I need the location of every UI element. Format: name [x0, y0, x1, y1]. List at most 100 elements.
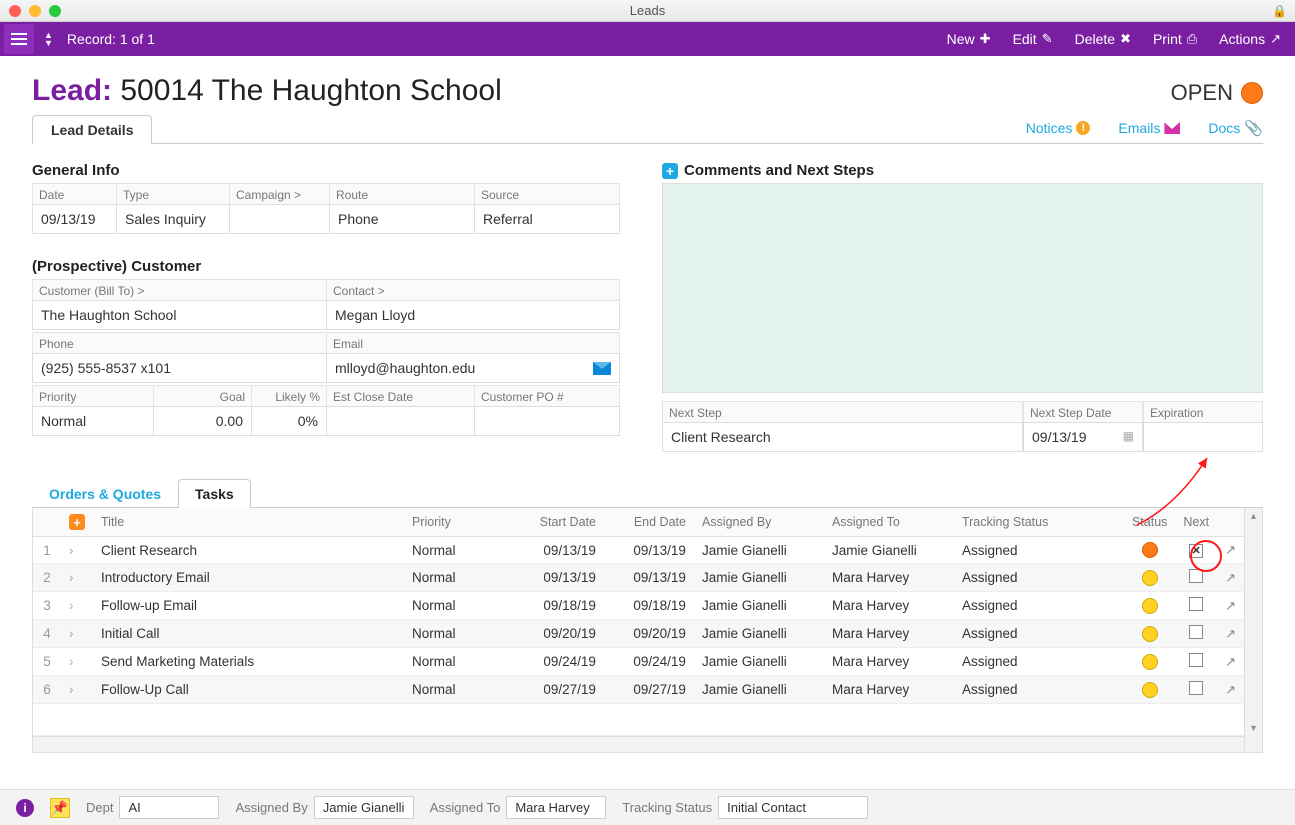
status-dot-icon: [1142, 598, 1158, 614]
task-tracking-status: Assigned: [954, 592, 1124, 620]
window-title: Leads: [0, 3, 1295, 18]
dept-field[interactable]: AI: [119, 796, 219, 819]
delete-button[interactable]: Delete✖: [1075, 31, 1131, 47]
expand-row-icon[interactable]: ›: [61, 676, 93, 704]
task-start-date: 09/13/19: [514, 564, 604, 592]
task-priority: Normal: [404, 648, 514, 676]
printer-icon: ⎙: [1187, 31, 1197, 47]
est-close-date-field[interactable]: [327, 406, 475, 436]
expand-row-icon[interactable]: ›: [61, 537, 93, 564]
row-number: 1: [33, 537, 61, 564]
expand-row-icon[interactable]: ›: [61, 564, 93, 592]
open-task-icon[interactable]: ↗: [1225, 654, 1236, 669]
add-comment-button[interactable]: +: [662, 163, 678, 179]
task-priority: Normal: [404, 564, 514, 592]
expiration-field[interactable]: [1143, 422, 1263, 452]
task-tracking-status: Assigned: [954, 620, 1124, 648]
comments-textarea[interactable]: [662, 183, 1263, 393]
email-field[interactable]: mlloyd@haughton.edu: [327, 353, 620, 383]
table-row[interactable]: 2›Introductory EmailNormal09/13/1909/13/…: [33, 564, 1244, 592]
task-tracking-status: Assigned: [954, 648, 1124, 676]
task-end-date: 09/13/19: [604, 537, 694, 564]
task-start-date: 09/20/19: [514, 620, 604, 648]
popout-icon: ↗: [1270, 31, 1281, 47]
table-scrollbar[interactable]: ▴ ▾: [1244, 508, 1262, 752]
table-row[interactable]: 5›Send Marketing MaterialsNormal09/24/19…: [33, 648, 1244, 676]
route-field[interactable]: Phone: [330, 204, 475, 234]
next-step-field[interactable]: Client Research: [662, 422, 1023, 452]
expand-row-icon[interactable]: ›: [61, 592, 93, 620]
expand-row-icon[interactable]: ›: [61, 648, 93, 676]
task-start-date: 09/24/19: [514, 648, 604, 676]
campaign-field[interactable]: [230, 204, 330, 234]
next-step-date-field[interactable]: 09/13/19▦: [1023, 422, 1143, 452]
tab-lead-details[interactable]: Lead Details: [32, 115, 152, 144]
info-button[interactable]: i: [16, 799, 34, 817]
notices-link[interactable]: Notices!: [1026, 119, 1091, 137]
pencil-icon: ✎: [1042, 31, 1053, 47]
footer-tracking-field[interactable]: Initial Contact: [718, 796, 868, 819]
customer-billto-field[interactable]: The Haughton School: [32, 300, 327, 330]
task-assigned-to: Mara Harvey: [824, 592, 954, 620]
scroll-down-icon: ▾: [1245, 723, 1262, 734]
pin-button[interactable]: 📌: [50, 798, 70, 818]
print-button[interactable]: Print⎙: [1153, 31, 1197, 47]
tab-tasks[interactable]: Tasks: [178, 479, 251, 508]
date-field[interactable]: 09/13/19: [32, 204, 117, 234]
open-task-icon[interactable]: ↗: [1225, 570, 1236, 585]
source-field[interactable]: Referral: [475, 204, 620, 234]
table-row[interactable]: 6›Follow-Up CallNormal09/27/1909/27/19Ja…: [33, 676, 1244, 704]
goal-field[interactable]: 0.00: [154, 406, 252, 436]
next-checkbox[interactable]: [1189, 569, 1203, 583]
emails-link[interactable]: Emails: [1118, 119, 1180, 137]
footer-assigned-by-field[interactable]: Jamie Gianelli: [314, 796, 414, 819]
open-task-icon[interactable]: ↗: [1225, 626, 1236, 641]
expand-row-icon[interactable]: ›: [61, 620, 93, 648]
next-checkbox[interactable]: [1189, 681, 1203, 695]
menu-button[interactable]: [4, 24, 34, 54]
new-button[interactable]: New✚: [947, 31, 991, 47]
calendar-icon[interactable]: ▦: [1123, 429, 1134, 443]
open-task-icon[interactable]: ↗: [1225, 682, 1236, 697]
task-title: Follow-Up Call: [93, 676, 404, 704]
docs-link[interactable]: Docs📎: [1208, 119, 1263, 137]
status-dot-icon: [1142, 626, 1158, 642]
open-task-icon[interactable]: ↗: [1225, 542, 1236, 557]
customer-po-field[interactable]: [475, 406, 620, 436]
main-toolbar: ▲▼ Record: 1 of 1 New✚ Edit✎ Delete✖ Pri…: [0, 22, 1295, 56]
phone-field[interactable]: (925) 555-8537 x101: [32, 353, 327, 383]
table-row[interactable]: 3›Follow-up EmailNormal09/18/1909/18/19J…: [33, 592, 1244, 620]
likely-field[interactable]: 0%: [252, 406, 327, 436]
edit-button[interactable]: Edit✎: [1013, 31, 1053, 47]
next-checkbox[interactable]: [1189, 653, 1203, 667]
task-title: Send Marketing Materials: [93, 648, 404, 676]
type-field[interactable]: Sales Inquiry: [117, 204, 230, 234]
lock-icon: 🔒: [1272, 4, 1287, 18]
task-assigned-to: Mara Harvey: [824, 676, 954, 704]
next-checkbox[interactable]: [1189, 544, 1203, 558]
task-assigned-by: Jamie Gianelli: [694, 537, 824, 564]
task-assigned-by: Jamie Gianelli: [694, 620, 824, 648]
task-title: Follow-up Email: [93, 592, 404, 620]
table-row[interactable]: 4›Initial CallNormal09/20/1909/20/19Jami…: [33, 620, 1244, 648]
footer-assigned-to-field[interactable]: Mara Harvey: [506, 796, 606, 819]
tab-orders-quotes[interactable]: Orders & Quotes: [32, 479, 178, 508]
window-titlebar: Leads 🔒: [0, 0, 1295, 22]
task-tracking-status: Assigned: [954, 564, 1124, 592]
actions-button[interactable]: Actions↗: [1219, 31, 1281, 47]
status-dot-icon: [1142, 654, 1158, 670]
record-nav-arrows[interactable]: ▲▼: [38, 31, 59, 47]
priority-field[interactable]: Normal: [32, 406, 154, 436]
status-bar: i 📌 DeptAI Assigned ByJamie Gianelli Ass…: [0, 789, 1295, 825]
send-email-icon[interactable]: [593, 362, 611, 375]
row-number: 2: [33, 564, 61, 592]
task-assigned-by: Jamie Gianelli: [694, 592, 824, 620]
row-number: 6: [33, 676, 61, 704]
next-checkbox[interactable]: [1189, 597, 1203, 611]
task-end-date: 09/24/19: [604, 648, 694, 676]
add-task-button[interactable]: +: [69, 514, 85, 530]
next-checkbox[interactable]: [1189, 625, 1203, 639]
open-task-icon[interactable]: ↗: [1225, 598, 1236, 613]
table-row[interactable]: 1›Client ResearchNormal09/13/1909/13/19J…: [33, 537, 1244, 564]
contact-field[interactable]: Megan Lloyd: [327, 300, 620, 330]
